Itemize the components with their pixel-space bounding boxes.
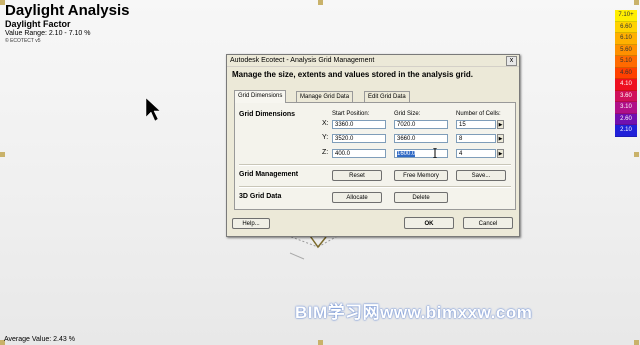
selection-handle[interactable]	[318, 340, 323, 345]
tab-manage-grid-data[interactable]: Manage Grid Data	[296, 91, 354, 102]
start-position-z-input[interactable]: 400.0	[332, 149, 386, 158]
watermark-text: BIM学习网www.bimxxw.com	[295, 303, 533, 322]
allocate-button[interactable]: Allocate	[332, 192, 382, 203]
cells-y-spin-button[interactable]: ▶	[497, 134, 504, 143]
close-button[interactable]: x	[506, 56, 517, 66]
legend-entry: 5.60	[615, 44, 637, 56]
grid-size-y-input[interactable]: 3660.0	[394, 134, 448, 143]
cells-z-spin-button[interactable]: ▶	[497, 149, 504, 158]
grid-size-header: Grid Size:	[394, 111, 421, 117]
reset-button[interactable]: Reset	[332, 170, 382, 181]
cells-z-input[interactable]: 4	[456, 149, 496, 158]
chevron-right-icon: ▶	[498, 151, 503, 157]
selection-handle[interactable]	[634, 0, 639, 5]
dialog-title: Autodesk Ecotect - Analysis Grid Managem…	[230, 57, 375, 64]
divider	[239, 164, 511, 166]
selection-handle[interactable]	[318, 0, 323, 5]
help-button[interactable]: Help...	[232, 218, 270, 229]
legend-entry: 7.10+	[615, 10, 637, 22]
dialog-heading: Manage the size, extents and values stor…	[232, 70, 473, 79]
axis-label-x: X:	[322, 120, 329, 127]
selected-text: 1600.0	[397, 151, 416, 157]
delete-button[interactable]: Delete	[394, 192, 448, 203]
cells-header: Number of Cells:	[456, 111, 501, 117]
axis-label-y: Y:	[322, 134, 329, 141]
mouse-pointer-icon	[145, 97, 161, 122]
legend-entry: 5.10	[615, 56, 637, 68]
start-position-x-input[interactable]: 3360.0	[332, 120, 386, 129]
tab-grid-dimensions[interactable]: Grid Dimensions	[234, 90, 287, 103]
value-range: Value Range: 2.10 - 7.10 %	[5, 30, 91, 37]
ok-button[interactable]: OK	[404, 217, 454, 229]
cells-y-input[interactable]: 8	[456, 134, 496, 143]
grid-data-label: 3D Grid Data	[239, 193, 282, 200]
chevron-right-icon: ▶	[498, 136, 503, 142]
grid-dimensions-panel: Grid Dimensions Start Position: Grid Siz…	[234, 102, 516, 210]
tab-edit-grid-data[interactable]: Edit Grid Data	[364, 91, 410, 102]
legend-entry: 2.60	[615, 113, 637, 125]
grid-management-dialog: Autodesk Ecotect - Analysis Grid Managem…	[226, 54, 520, 237]
grid-size-z-input[interactable]: 1600.0	[394, 149, 448, 158]
text-cursor-icon	[433, 148, 437, 158]
analysis-title: Daylight Analysis	[5, 2, 130, 19]
average-value: Average Value: 2.43 %	[4, 336, 75, 343]
selection-handle[interactable]	[634, 340, 639, 345]
legend-entry: 3.60	[615, 90, 637, 102]
cells-x-input[interactable]: 15	[456, 120, 496, 129]
legend-entry: 4.10	[615, 79, 637, 91]
cancel-button[interactable]: Cancel	[463, 217, 513, 229]
legend-entry: 4.60	[615, 67, 637, 79]
axis-label-z: Z:	[322, 149, 329, 156]
dialog-titlebar[interactable]: Autodesk Ecotect - Analysis Grid Managem…	[227, 55, 519, 67]
start-position-y-input[interactable]: 3520.0	[332, 134, 386, 143]
save-button[interactable]: Save...	[456, 170, 506, 181]
selection-handle[interactable]	[634, 152, 639, 157]
close-icon: x	[509, 57, 514, 64]
legend-entry: 2.10	[615, 125, 637, 137]
legend-entry: 6.10	[615, 33, 637, 45]
divider	[239, 186, 511, 188]
start-position-header: Start Position:	[332, 111, 370, 117]
grid-management-label: Grid Management	[239, 171, 299, 178]
analysis-subtitle: Daylight Factor	[5, 19, 71, 29]
free-memory-button[interactable]: Free Memory	[394, 170, 448, 181]
brand-label: © ECOTECT v5	[5, 38, 41, 44]
legend-entry: 3.10	[615, 102, 637, 114]
grid-size-x-input[interactable]: 7020.0	[394, 120, 448, 129]
legend-entry: 6.60	[615, 21, 637, 33]
chevron-right-icon: ▶	[498, 122, 503, 128]
cells-x-spin-button[interactable]: ▶	[497, 120, 504, 129]
grid-dimensions-label: Grid Dimensions	[239, 111, 296, 118]
color-legend: 7.10+ 6.60 6.10 5.60 5.10 4.60 4.10 3.60 3.10 2.6…	[615, 10, 637, 137]
selection-handle[interactable]	[0, 152, 5, 157]
